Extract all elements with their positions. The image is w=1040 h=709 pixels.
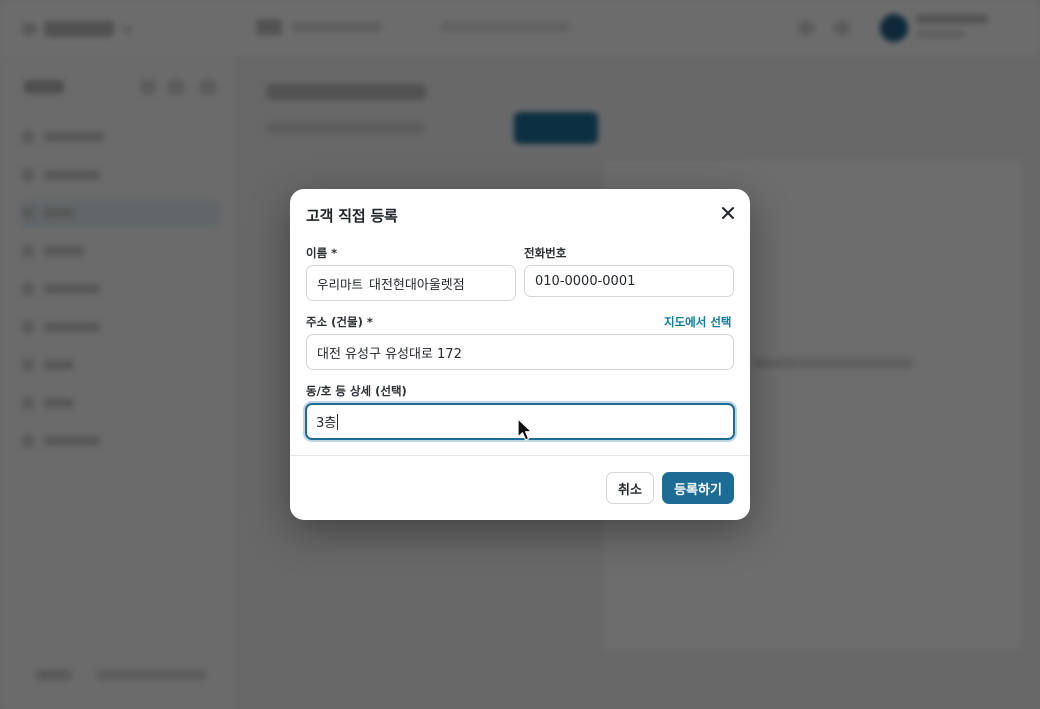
name-label: 이름 * (306, 246, 338, 260)
text-caret (337, 413, 339, 430)
select-on-map-link[interactable]: 지도에서 선택 (664, 314, 731, 330)
address-label: 주소 (건물) * (306, 315, 373, 329)
cancel-button[interactable]: 취소 (606, 472, 654, 504)
register-customer-dialog: 고객 직접 등록 이름 * 우리마트 대전현대아울렛점 전화번호 010-000… (290, 189, 750, 520)
submit-button[interactable]: 등록하기 (662, 472, 734, 504)
address-value: 대전 유성구 유성대로 172 (317, 346, 462, 362)
phone-value: 010-0000-0001 (535, 273, 636, 289)
phone-input[interactable]: 010-0000-0001 (524, 265, 734, 297)
name-prefix: 우리마트 (317, 276, 364, 292)
footer-divider (290, 455, 750, 456)
name-input[interactable]: 우리마트 대전현대아울렛점 (306, 265, 516, 301)
phone-label: 전화번호 (524, 246, 567, 260)
detail-label: 동/호 등 상세 (선택) (306, 384, 407, 398)
close-icon (722, 207, 734, 219)
mouse-pointer-icon (517, 418, 533, 441)
close-button[interactable] (718, 203, 738, 223)
dialog-title: 고객 직접 등록 (306, 207, 398, 225)
name-value: 대전현대아울렛점 (369, 277, 465, 293)
address-input[interactable]: 대전 유성구 유성대로 172 (306, 334, 734, 370)
detail-value: 3층 (316, 416, 337, 431)
